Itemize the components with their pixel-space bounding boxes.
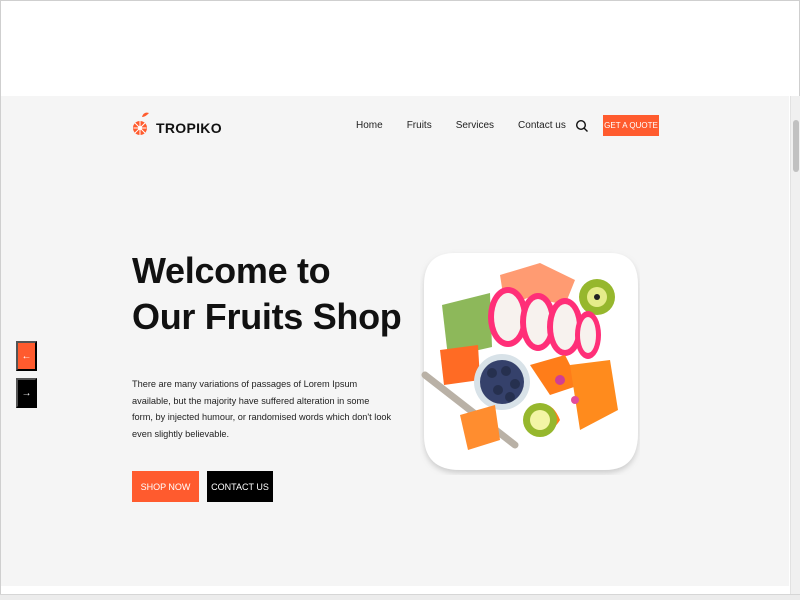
nav-home-link[interactable]: Home	[356, 120, 383, 131]
orange-fruit-icon	[132, 110, 152, 145]
carousel-next-button[interactable]: →	[16, 378, 37, 408]
carousel-previous-button[interactable]: ←	[16, 341, 37, 371]
shop-now-button[interactable]: SHOP NOW	[132, 471, 199, 502]
hero-description: There are many variations of passages of…	[132, 379, 392, 439]
nav-services-link[interactable]: Services	[456, 120, 494, 131]
hero-section	[1, 96, 789, 586]
page-bottom-divider	[0, 594, 800, 600]
nav-contact-link[interactable]: Contact us	[518, 120, 566, 131]
arrow-right-icon: →	[21, 387, 32, 399]
hero-title: Welcome to Our Fruits Shop	[132, 248, 402, 340]
arrow-left-icon: ←	[21, 350, 32, 362]
get-a-quote-button[interactable]: GET A QUOTE	[603, 115, 659, 136]
scrollbar-thumb[interactable]	[793, 120, 799, 172]
main-navigation: Home Fruits Services Contact us	[356, 120, 590, 131]
hero-title-line-1: Welcome to	[132, 250, 331, 291]
vertical-scrollbar[interactable]	[790, 96, 800, 594]
hero-title-line-2: Our Fruits Shop	[132, 296, 402, 337]
contact-us-button[interactable]: CONTACT US	[207, 471, 273, 502]
brand-logo[interactable]: TROPIKO	[132, 110, 222, 145]
search-icon[interactable]	[575, 119, 589, 133]
nav-fruits-link[interactable]: Fruits	[407, 120, 432, 131]
brand-name: TROPIKO	[156, 119, 222, 136]
fruit-platter-image	[420, 245, 640, 475]
